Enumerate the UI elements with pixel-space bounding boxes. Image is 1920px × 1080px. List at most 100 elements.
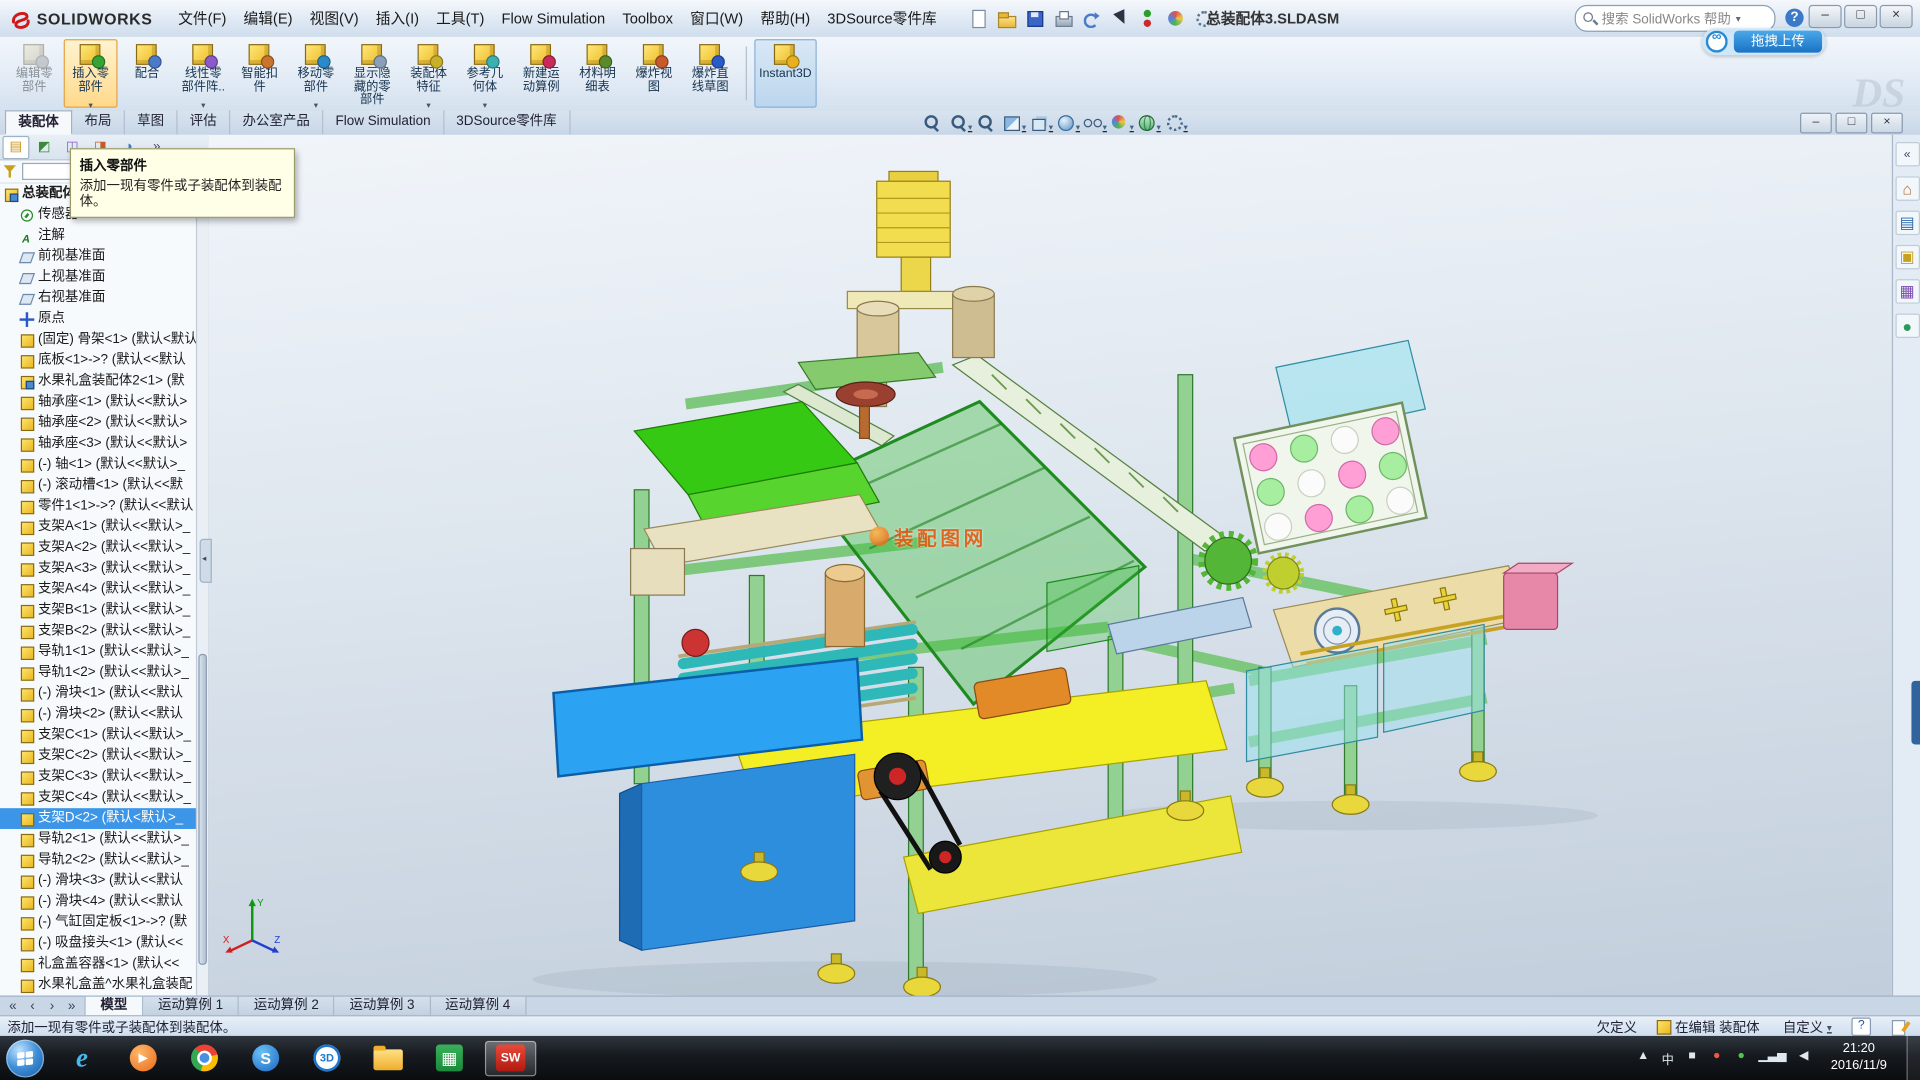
assembly-3d-model[interactable] [208, 135, 1892, 996]
tree-item[interactable]: 零件1<1>->? (默认<<默认 [0, 496, 208, 517]
network-icon[interactable]: ▁▃▅ [1758, 1049, 1786, 1067]
dropdown-caret-icon[interactable] [88, 94, 92, 111]
upload-button[interactable]: 拖拽上传 [1734, 31, 1822, 53]
minimize-button[interactable]: – [1809, 5, 1842, 28]
sogou-browser-icon[interactable]: S [240, 1040, 291, 1076]
select-arrow-button[interactable] [1108, 7, 1130, 29]
tree-item[interactable]: 支架A<4> (默认<<默认>_ [0, 579, 208, 600]
internet-explorer-icon[interactable]: e [56, 1040, 107, 1076]
menu-item[interactable]: 视图(V) [301, 1, 367, 37]
command-tab[interactable]: 布局 [72, 110, 125, 134]
tree-item[interactable]: 注解 [0, 225, 208, 246]
featuremanager-tab[interactable]: ▤ [2, 135, 29, 158]
appearances-icon[interactable]: ● [1895, 313, 1919, 337]
menu-item[interactable]: 编辑(E) [235, 1, 301, 37]
tree-item[interactable]: 支架D<2> (默认<默认>_ [0, 808, 208, 829]
tree-scrollbar-thumb[interactable] [198, 653, 207, 965]
command-tab[interactable]: Flow Simulation [323, 110, 444, 134]
rebuild-button[interactable] [1136, 7, 1158, 29]
previous-view-icon[interactable] [976, 112, 999, 133]
tree-item[interactable]: 支架B<2> (默认<<默认>_ [0, 621, 208, 642]
print-button[interactable] [1052, 7, 1074, 29]
tree-item[interactable]: 底板<1>->? (默认<<默认 [0, 350, 208, 371]
tree-item[interactable]: 原点 [0, 309, 208, 330]
tree-item[interactable]: 轴承座<3> (默认<<默认> [0, 433, 208, 454]
new-motion-study-button[interactable]: 新建运 动算例 [514, 39, 568, 108]
file-explorer-icon[interactable]: ▣ [1895, 245, 1919, 269]
menu-item[interactable]: Toolbox [614, 1, 682, 37]
tree-item[interactable]: 水果礼盒装配体2<1> (默 [0, 371, 208, 392]
dropdown-caret-icon[interactable] [314, 94, 318, 111]
command-tab[interactable]: 装配体 [5, 110, 72, 134]
media-player-icon[interactable]: ▶ [118, 1040, 169, 1076]
display-style-icon[interactable] [1057, 112, 1080, 133]
model-tab[interactable]: 运动算例 4 [430, 997, 526, 1017]
appearance-button[interactable] [1164, 7, 1186, 29]
menu-item[interactable]: Flow Simulation [493, 1, 614, 37]
tree-item[interactable]: 轴承座<1> (默认<<默认> [0, 392, 208, 413]
windows-explorer-icon[interactable] [362, 1040, 413, 1076]
section-view-icon[interactable] [1003, 112, 1026, 133]
ime-indicator[interactable]: 中 [1660, 1049, 1675, 1067]
tree-item[interactable]: (-) 吸盘接头<1> (默认<< [0, 933, 208, 954]
tree-item[interactable]: (-) 滑块<4> (默认<<默认 [0, 891, 208, 912]
tree-item[interactable]: (-) 滑块<1> (默认<<默认 [0, 683, 208, 704]
doc-close-button[interactable]: × [1871, 113, 1903, 134]
tree-item[interactable]: (-) 滚动槽<1> (默认<<默 [0, 475, 208, 496]
tray-app-icon[interactable]: ■ [1685, 1049, 1700, 1067]
office-icon[interactable]: ▦ [424, 1040, 475, 1076]
save-button[interactable] [1024, 7, 1046, 29]
menu-item[interactable]: 帮助(H) [752, 1, 819, 37]
bom-button[interactable]: 材料明 细表 [571, 39, 625, 108]
tree-item[interactable]: (-) 气缸固定板<1>->? (默 [0, 912, 208, 933]
menu-item[interactable]: 文件(F) [170, 1, 235, 37]
tree-scrollbar[interactable] [196, 181, 208, 995]
3dsource-icon[interactable]: 3D [301, 1040, 352, 1076]
exploded-view-button[interactable]: 爆炸视 图 [627, 39, 681, 108]
edit-appearance-icon[interactable] [1111, 112, 1134, 133]
tree-item[interactable]: 支架B<1> (默认<<默认>_ [0, 600, 208, 621]
show-hidden-components-button[interactable]: 显示隐 藏的零 部件 [345, 39, 399, 108]
scroll-first-button[interactable]: « [5, 997, 21, 1015]
help-icon[interactable] [1785, 9, 1803, 27]
doc-minimize-button[interactable]: – [1800, 113, 1832, 134]
press-tower[interactable] [798, 171, 994, 438]
taskpane-collapse-icon[interactable]: « [1895, 142, 1919, 166]
start-button[interactable] [6, 1039, 44, 1077]
search-dropdown-icon[interactable] [1736, 11, 1741, 26]
linear-pattern-button[interactable]: 线性零 部件阵.. [176, 39, 230, 108]
scroll-next-button[interactable]: › [44, 997, 60, 1015]
hide-show-items-icon[interactable] [1084, 112, 1107, 133]
tree-item[interactable]: 支架C<2> (默认<<默认>_ [0, 746, 208, 767]
move-component-button[interactable]: 移动零 部件 [289, 39, 343, 108]
view-settings-icon[interactable] [1164, 112, 1187, 133]
explode-line-sketch-button[interactable]: 爆炸直 线草图 [683, 39, 737, 108]
tree-item[interactable]: 支架C<4> (默认<<默认>_ [0, 787, 208, 808]
chrome-icon[interactable] [179, 1040, 230, 1076]
tree-item[interactable]: 轴承座<2> (默认<<默认> [0, 413, 208, 434]
edit-component-button[interactable]: 编辑零 部件 [7, 39, 61, 108]
menu-item[interactable]: 3DSource零件库 [819, 1, 946, 37]
view-palette-icon[interactable]: ▦ [1895, 279, 1919, 303]
tree-item[interactable]: 右视基准面 [0, 288, 208, 309]
reference-geometry-button[interactable]: 参考几 何体 [458, 39, 512, 108]
tree-item[interactable]: 水果礼盒盖^水果礼盒装配 [0, 975, 208, 996]
command-tab[interactable]: 草图 [125, 110, 178, 134]
tree-item[interactable]: 支架C<3> (默认<<默认>_ [0, 767, 208, 788]
taskpane-handle[interactable] [1911, 681, 1920, 745]
dropdown-caret-icon[interactable] [201, 94, 205, 111]
tree-item[interactable]: 导轨2<1> (默认<<默认>_ [0, 829, 208, 850]
new-document-button[interactable] [967, 7, 989, 29]
model-tab[interactable]: 运动算例 2 [239, 997, 335, 1017]
mate-button[interactable]: 配合 [120, 39, 174, 108]
model-tab[interactable]: 模型 [86, 997, 144, 1017]
view-orientation-icon[interactable] [1030, 112, 1053, 133]
tree-item[interactable]: 支架A<2> (默认<<默认>_ [0, 538, 208, 559]
show-hidden-icons[interactable]: ▲ [1636, 1049, 1651, 1067]
tree-item[interactable]: 上视基准面 [0, 267, 208, 288]
propertymanager-tab[interactable]: ◩ [31, 135, 58, 158]
command-tab[interactable]: 办公室产品 [230, 110, 323, 134]
menu-item[interactable]: 工具(T) [428, 1, 493, 37]
doc-restore-button[interactable]: □ [1836, 113, 1868, 134]
blue-chute[interactable] [553, 659, 862, 950]
